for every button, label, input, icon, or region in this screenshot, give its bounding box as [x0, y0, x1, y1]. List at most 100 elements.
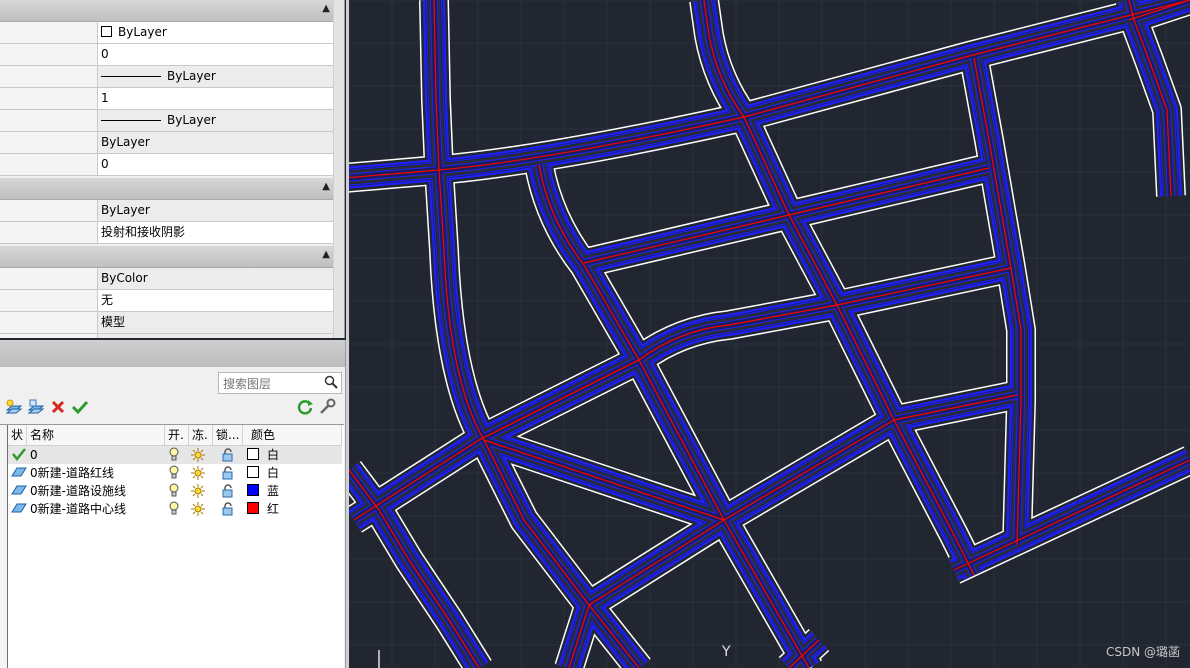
layer-row[interactable]: 0白 — [8, 446, 342, 464]
property-row-linetype-scale[interactable]: 1 — [0, 88, 344, 110]
value-text: ByLayer — [167, 113, 216, 127]
lightbulb-on-icon[interactable] — [169, 465, 179, 483]
color-swatch-icon — [101, 26, 112, 37]
set-current-button[interactable] — [71, 398, 89, 416]
collapse-arrow-icon[interactable]: ▲ — [322, 249, 330, 260]
layer-name[interactable]: 0新建-道路红线 — [30, 464, 114, 482]
layer-manager-titlebar[interactable] — [0, 340, 345, 367]
new-layer-icon — [5, 399, 23, 414]
property-row-material[interactable]: ByLayer — [0, 200, 344, 222]
column-freeze[interactable]: 冻. — [189, 425, 213, 445]
search-icon[interactable] — [324, 375, 338, 392]
property-value-color[interactable]: ByLayer — [98, 22, 334, 43]
column-color[interactable]: 颜色 — [243, 425, 342, 445]
properties-scrollbar[interactable] — [333, 0, 344, 338]
property-label — [0, 222, 98, 243]
layer-color[interactable]: 蓝 — [247, 482, 279, 500]
property-label — [0, 132, 98, 153]
filter-tree-pane[interactable] — [0, 425, 8, 668]
unlock-icon[interactable] — [221, 502, 235, 520]
layer-list-header: 状 名称 开. 冻. 锁... 颜色 — [8, 425, 342, 446]
property-row-thickness[interactable]: 0 — [0, 154, 344, 176]
property-value-attached-to[interactable]: 模型 — [98, 312, 334, 333]
lightbulb-on-icon[interactable] — [169, 501, 179, 519]
property-value-plot-style[interactable]: ByColor — [98, 268, 334, 289]
property-value-shadow[interactable]: 投射和接收阴影 — [98, 222, 334, 243]
property-value-lineweight[interactable]: ByLayer — [98, 110, 334, 131]
properties-palette: ▲ ByLayer 0 ByLayer 1 ByLayer ByLayer 0 … — [0, 0, 345, 338]
road-path — [588, 519, 725, 606]
property-value-linetype[interactable]: ByLayer — [98, 66, 334, 87]
sun-thawed-icon[interactable] — [191, 502, 205, 520]
property-row-layer[interactable]: 0 — [0, 44, 344, 66]
delete-icon — [51, 400, 65, 414]
new-layer-frozen-button[interactable] — [27, 398, 45, 416]
property-row-attached-to[interactable]: 模型 — [0, 312, 344, 334]
road-path — [478, 359, 640, 441]
layer-color[interactable]: 红 — [247, 500, 279, 518]
value-text: ByLayer — [118, 25, 167, 39]
checkmark-icon — [71, 400, 89, 415]
new-layer-button[interactable] — [5, 398, 23, 416]
delete-layer-button[interactable] — [49, 398, 67, 416]
layer-manager-palette: 状 名称 开. 冻. 锁... 颜色 0白0新建-道路红线白0新建-道路设施线蓝… — [0, 340, 346, 668]
color-name: 白 — [267, 466, 280, 480]
property-row-plot-style[interactable]: ByColor — [0, 268, 344, 290]
layer-toolbar — [5, 398, 89, 418]
layer-row[interactable]: 0新建-道路设施线 蓝 — [8, 482, 342, 500]
property-label — [0, 312, 98, 333]
refresh-button[interactable] — [296, 398, 314, 416]
property-value-transparency[interactable]: ByLayer — [98, 132, 334, 153]
property-label — [0, 334, 98, 338]
road-plan-drawing[interactable] — [349, 0, 1190, 668]
column-name[interactable]: 名称 — [27, 425, 165, 445]
lightbulb-on-icon[interactable] — [169, 483, 179, 501]
property-row-transparency[interactable]: ByLayer — [0, 132, 344, 154]
layer-toolbar-right — [296, 398, 336, 418]
color-name: 蓝 — [267, 484, 280, 498]
drawing-canvas[interactable]: Y CSDN @璐菡 — [346, 0, 1190, 668]
ucs-y-label: Y — [722, 644, 731, 660]
color-swatch-icon — [247, 466, 259, 478]
property-row-plot-style-table[interactable]: 无 — [0, 290, 344, 312]
layer-row[interactable]: 0新建-道路红线 白 — [8, 464, 342, 482]
color-swatch-icon — [247, 448, 259, 460]
property-row-shadow[interactable]: 投射和接收阴影 — [0, 222, 344, 244]
property-label — [0, 66, 98, 87]
property-value-linetype-scale[interactable]: 1 — [98, 88, 334, 109]
layer-row[interactable]: 0新建-道路中心线 红 — [8, 500, 342, 518]
collapse-arrow-icon[interactable]: ▲ — [322, 3, 330, 14]
section-header-general[interactable]: ▲ — [0, 0, 344, 22]
layer-icon[interactable] — [11, 465, 27, 483]
property-value-thickness[interactable]: 0 — [98, 154, 334, 175]
layer-name[interactable]: 0新建-道路中心线 — [30, 500, 126, 518]
section-header-plot-style[interactable]: ▲ — [0, 246, 344, 268]
layer-search-box[interactable] — [218, 372, 342, 394]
watermark: CSDN @璐菡 — [1105, 645, 1180, 659]
current-layer-checkmark-icon[interactable] — [11, 447, 27, 465]
linetype-sample-icon — [101, 76, 161, 77]
lightbulb-on-icon[interactable] — [169, 447, 179, 465]
layer-icon[interactable] — [11, 483, 27, 501]
layer-color[interactable]: 白 — [247, 446, 279, 464]
new-layer-frozen-icon — [27, 399, 45, 414]
value-text: ByLayer — [167, 69, 216, 83]
property-value-layer[interactable]: 0 — [98, 44, 334, 65]
layer-color[interactable]: 白 — [247, 464, 279, 482]
layer-name[interactable]: 0 — [30, 446, 38, 464]
column-on[interactable]: 开. — [165, 425, 189, 445]
section-header-3d-effects[interactable]: ▲ — [0, 178, 344, 200]
property-value-material[interactable]: ByLayer — [98, 200, 334, 221]
layer-search-input[interactable] — [221, 374, 321, 394]
column-lock[interactable]: 锁... — [213, 425, 243, 445]
property-value-plot-style-table[interactable]: 无 — [98, 290, 334, 311]
collapse-arrow-icon[interactable]: ▲ — [322, 181, 330, 192]
property-label — [0, 22, 98, 43]
property-row-lineweight[interactable]: ByLayer — [0, 110, 344, 132]
column-status[interactable]: 状 — [8, 425, 27, 445]
settings-button[interactable] — [318, 398, 336, 416]
layer-name[interactable]: 0新建-道路设施线 — [30, 482, 126, 500]
layer-icon[interactable] — [11, 501, 27, 519]
property-row-linetype[interactable]: ByLayer — [0, 66, 344, 88]
property-row-color[interactable]: ByLayer — [0, 22, 344, 44]
